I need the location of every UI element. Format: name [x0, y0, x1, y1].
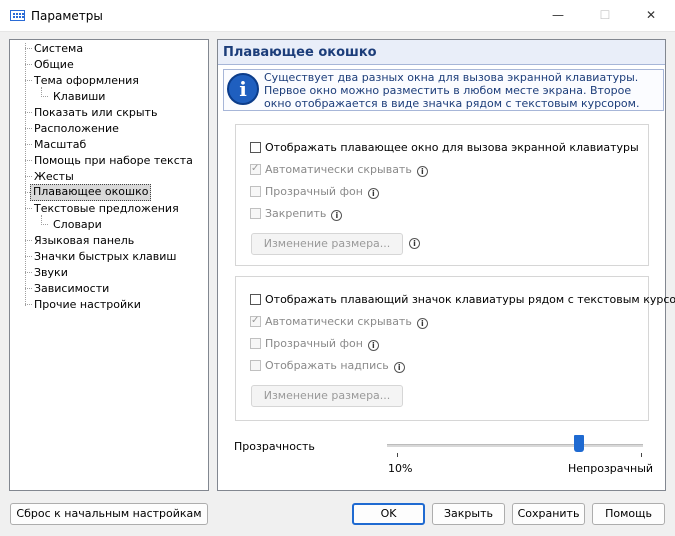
tree-item-floating-window[interactable]: Плавающее окошко — [30, 184, 152, 201]
help-button[interactable]: Помощь — [592, 503, 665, 525]
transparency-slider-thumb[interactable] — [574, 435, 584, 452]
checkbox-box — [250, 186, 261, 197]
checkbox-label: Автоматически скрывать — [265, 163, 412, 176]
checkbox-box — [250, 208, 261, 219]
tree-line — [25, 48, 32, 49]
tree-item-dependencies[interactable]: Зависимости — [32, 281, 111, 296]
tree-line — [25, 80, 32, 81]
tree-item-dictionaries[interactable]: Словари — [51, 217, 104, 232]
checkbox-box[interactable] — [250, 142, 261, 153]
g1-auto-hide-checkbox: Автоматически скрывать i — [250, 162, 428, 177]
checkbox-label: Прозрачный фон — [265, 185, 363, 198]
tree-line — [25, 288, 32, 289]
g2-resize-button: Изменение размера... — [251, 385, 403, 407]
transparency-label: Прозрачность — [234, 440, 315, 453]
info-icon[interactable]: i — [331, 210, 343, 221]
tree-line — [41, 224, 48, 225]
info-icon[interactable]: i — [416, 166, 428, 177]
g2-show-caption-checkbox: Отображать надпись i — [250, 359, 405, 373]
show-floating-window-checkbox[interactable]: Отображать плавающее окно для вызова экр… — [250, 141, 639, 155]
tree-line — [25, 208, 32, 209]
tree-item-position[interactable]: Расположение — [32, 121, 121, 136]
slider-tick-min — [397, 453, 398, 457]
panel-title: Плавающее окошко — [223, 45, 377, 60]
window-title: Параметры — [31, 9, 103, 23]
tree-line — [25, 112, 32, 113]
tree-item-general[interactable]: Общие — [32, 57, 76, 72]
info-icon[interactable]: i — [367, 340, 379, 351]
transparency-slider-track[interactable] — [387, 444, 643, 447]
tree-item-scale[interactable]: Масштаб — [32, 137, 88, 152]
checkbox-box — [250, 314, 261, 328]
tree-item-language-bar[interactable]: Языковая панель — [32, 233, 136, 248]
reset-defaults-button[interactable]: Сброс к начальным настройкам — [10, 503, 208, 525]
minimize-button[interactable]: — — [547, 5, 569, 25]
slider-max-label: Непрозрачный — [568, 462, 654, 475]
checkbox-box[interactable] — [250, 294, 261, 305]
tree-line — [25, 256, 32, 257]
tree-line — [25, 304, 32, 305]
slider-tick-max — [641, 453, 642, 457]
tree-line — [25, 43, 26, 306]
ok-button[interactable]: OK — [352, 503, 425, 525]
tree-item-theme[interactable]: Тема оформления — [32, 73, 141, 88]
info-icon[interactable]: i — [409, 238, 420, 249]
info-box: i Существует два разных окна для вызова … — [223, 69, 664, 111]
panel-header: Плавающее окошко — [218, 40, 665, 65]
info-circle-icon: i — [227, 73, 259, 105]
settings-tree[interactable]: Система Общие Тема оформления Клавиши По… — [9, 39, 209, 491]
tree-line — [25, 272, 32, 273]
tree-line — [25, 176, 32, 177]
tree-line — [25, 160, 32, 161]
tree-line — [25, 144, 32, 145]
info-icon[interactable]: i — [367, 188, 379, 199]
title-bar: Параметры — ☐ ✕ — [0, 0, 675, 32]
maximize-button: ☐ — [599, 8, 611, 22]
tree-line — [25, 64, 32, 65]
checkbox-label: Отображать плавающий значок клавиатуры р… — [265, 293, 675, 306]
checkbox-label: Отображать плавающее окно для вызова экр… — [265, 141, 639, 154]
checkbox-label: Автоматически скрывать — [265, 315, 412, 328]
save-button[interactable]: Сохранить — [512, 503, 585, 525]
tree-line — [41, 96, 48, 97]
tree-item-typing-help[interactable]: Помощь при наборе текста — [32, 153, 195, 168]
settings-panel: Плавающее окошко i Существует два разных… — [217, 39, 675, 491]
tree-item-other-settings[interactable]: Прочие настройки — [32, 297, 143, 312]
close-button[interactable]: Закрыть — [432, 503, 505, 525]
tree-item-system[interactable]: Система — [32, 41, 85, 56]
checkbox-label: Прозрачный фон — [265, 337, 363, 350]
g2-transparent-bg-checkbox: Прозрачный фон i — [250, 337, 379, 351]
tree-line — [25, 128, 32, 129]
g1-pin-checkbox: Закрепить i — [250, 207, 343, 221]
g1-transparent-bg-checkbox: Прозрачный фон i — [250, 185, 379, 199]
checkbox-label: Отображать надпись — [265, 359, 389, 372]
info-icon[interactable]: i — [393, 362, 405, 373]
info-text: Существует два разных окна для вызова эк… — [264, 71, 640, 110]
g1-resize-button: Изменение размера... — [251, 233, 403, 255]
tree-item-text-suggestions[interactable]: Текстовые предложения — [32, 201, 181, 216]
tree-line — [41, 215, 42, 223]
tree-line — [25, 240, 32, 241]
tree-item-hotkey-icons[interactable]: Значки быстрых клавиш — [32, 249, 178, 264]
info-icon[interactable]: i — [416, 318, 428, 329]
keyboard-icon — [10, 10, 25, 21]
tree-item-show-hide[interactable]: Показать или скрыть — [32, 105, 159, 120]
tree-item-gestures[interactable]: Жесты — [32, 169, 76, 184]
checkbox-box — [250, 338, 261, 349]
tree-item-sounds[interactable]: Звуки — [32, 265, 70, 280]
checkbox-box — [250, 162, 261, 176]
checkbox-label: Закрепить — [265, 207, 327, 220]
tree-item-keys[interactable]: Клавиши — [51, 89, 107, 104]
g2-auto-hide-checkbox: Автоматически скрывать i — [250, 314, 428, 329]
checkbox-box — [250, 360, 261, 371]
show-floating-icon-checkbox[interactable]: Отображать плавающий значок клавиатуры р… — [250, 293, 675, 307]
slider-min-label: 10% — [388, 462, 413, 475]
tree-line — [41, 87, 42, 95]
close-window-button[interactable]: ✕ — [640, 5, 662, 25]
